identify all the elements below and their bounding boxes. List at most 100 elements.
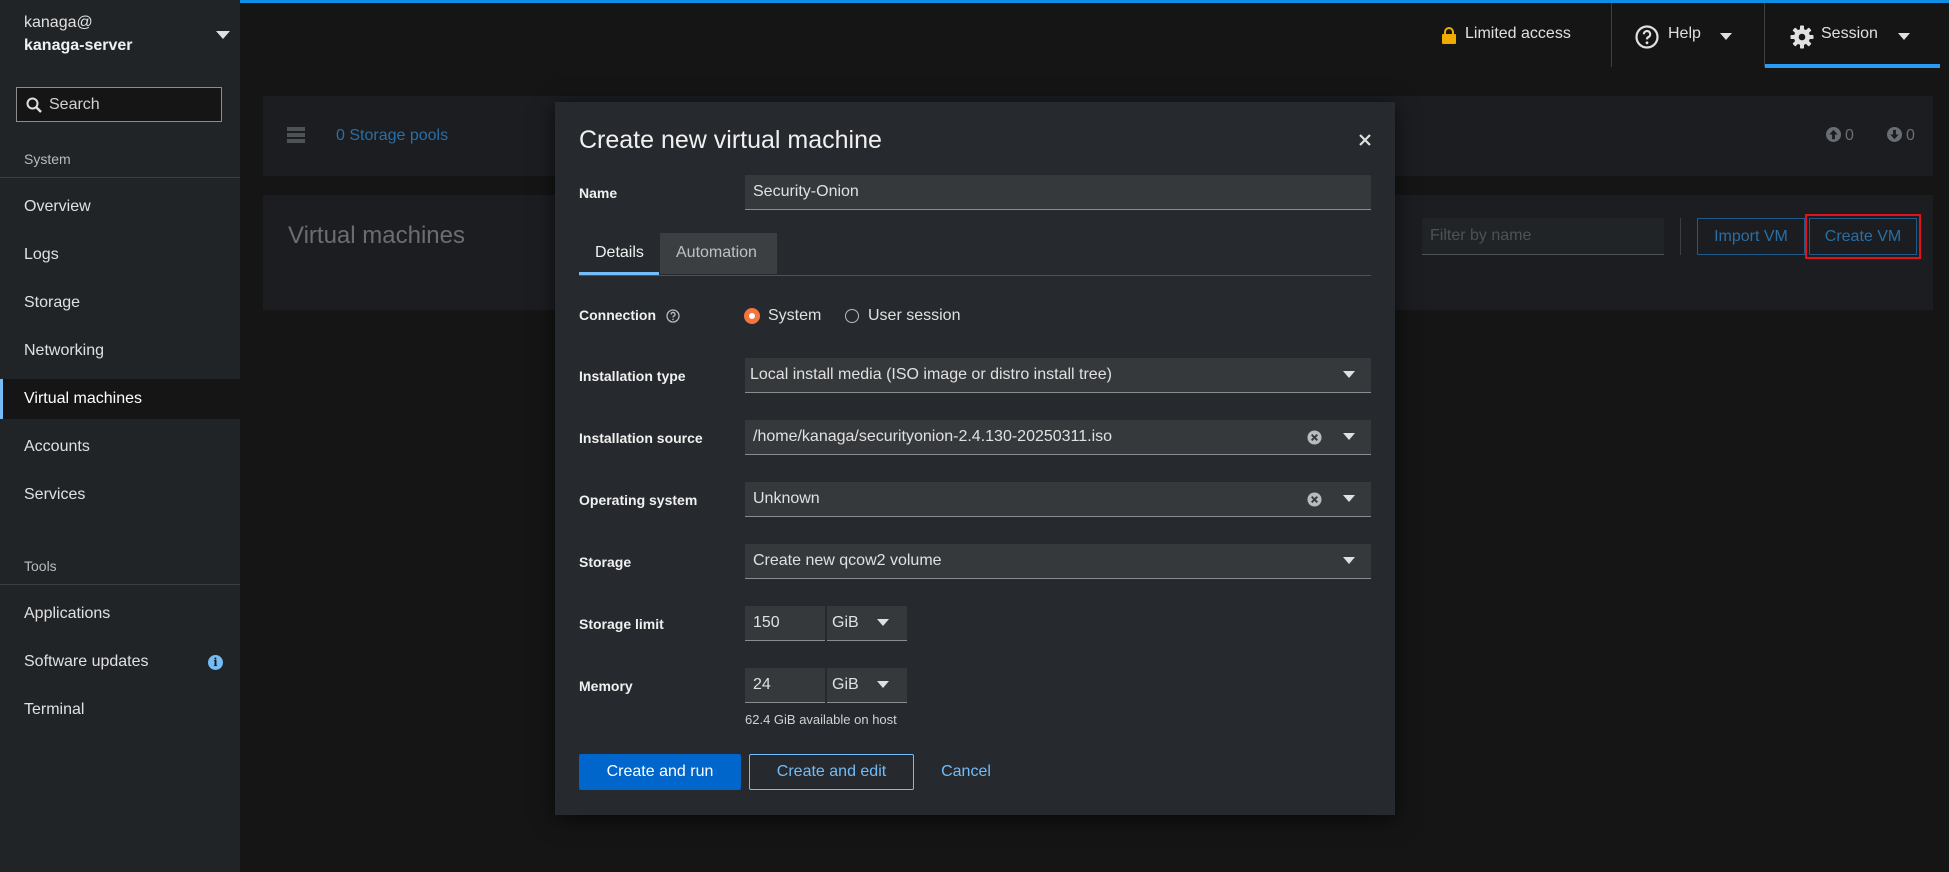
installation-source-label: Installation source — [579, 430, 703, 446]
create-and-run-button[interactable]: Create and run — [579, 754, 741, 790]
sidebar-item-services[interactable]: Services — [0, 475, 240, 515]
sidebar-item-label: Applications — [24, 605, 111, 622]
installation-source-combobox[interactable]: /home/kanaga/securityonion-2.4.130-20250… — [745, 420, 1371, 455]
session-active-indicator — [1765, 64, 1940, 68]
sidebar-item-networking[interactable]: Networking — [0, 331, 240, 371]
network-up-value: 0 — [1845, 127, 1854, 144]
sidebar-item-virtual-machines[interactable]: Virtual machines — [0, 379, 240, 419]
operating-system-label: Operating system — [579, 492, 698, 508]
caret-down-icon[interactable] — [1343, 433, 1355, 441]
memory-unit: GiB — [832, 676, 859, 693]
help-label: Help — [1668, 25, 1701, 42]
storage-limit-input[interactable]: 150 — [745, 606, 825, 641]
operating-system-value: Unknown — [753, 490, 820, 507]
limited-access-label: Limited access — [1465, 25, 1571, 42]
caret-down-icon — [1343, 557, 1355, 564]
network-down-value: 0 — [1906, 127, 1915, 144]
sidebar-item-terminal[interactable]: Terminal — [0, 690, 240, 730]
connection-label: Connection — [579, 307, 680, 323]
clear-icon[interactable] — [1307, 430, 1322, 445]
info-badge-icon: i — [208, 655, 223, 670]
sidebar-item-label: Overview — [24, 198, 91, 215]
sidebar-item-label: Accounts — [24, 438, 90, 455]
filter-by-name-input[interactable] — [1422, 218, 1664, 255]
session-menu[interactable]: Session — [1765, 3, 1940, 67]
sidebar-item-storage[interactable]: Storage — [0, 283, 240, 323]
nav-divider — [0, 584, 240, 585]
sidebar: kanaga@ kanaga-server System Overview Lo… — [0, 0, 240, 872]
help-icon — [1635, 25, 1659, 49]
gear-icon — [1790, 25, 1814, 49]
name-label: Name — [579, 185, 618, 201]
storage-pools-link[interactable]: 0 Storage pools — [336, 127, 448, 145]
create-vm-dialog: Create new virtual machine Name Security… — [555, 102, 1395, 815]
search-icon — [26, 97, 42, 113]
sidebar-item-label: Software updates — [24, 653, 149, 670]
name-value: Security-Onion — [753, 183, 859, 200]
sidebar-item-logs[interactable]: Logs — [0, 235, 240, 275]
installation-source-value: /home/kanaga/securityonion-2.4.130-20250… — [753, 428, 1113, 445]
memory-label: Memory — [579, 678, 633, 694]
sidebar-item-accounts[interactable]: Accounts — [0, 427, 240, 467]
caret-down-icon[interactable] — [1343, 495, 1355, 503]
connection-label-text: Connection — [579, 307, 656, 323]
host-user: kanaga@ — [24, 14, 93, 31]
sidebar-item-applications[interactable]: Applications — [0, 594, 240, 634]
session-label: Session — [1821, 25, 1878, 42]
host-switcher[interactable]: kanaga@ kanaga-server — [24, 12, 234, 62]
storage-pools-icon — [287, 127, 305, 143]
nav-divider — [0, 177, 240, 178]
clear-icon[interactable] — [1307, 492, 1322, 507]
sidebar-item-label: Logs — [24, 246, 59, 263]
search-box[interactable] — [16, 87, 222, 122]
import-vm-button[interactable]: Import VM — [1697, 218, 1805, 255]
caret-down-icon — [877, 619, 889, 626]
caret-down-icon — [877, 681, 889, 688]
radio-label: System — [768, 307, 822, 324]
arrow-circle-down-icon — [1887, 127, 1902, 142]
radio-label: User session — [868, 307, 961, 324]
arrow-circle-up-icon — [1826, 127, 1841, 142]
memory-input[interactable]: 24 — [745, 668, 825, 703]
limited-access-button[interactable]: Limited access — [1430, 3, 1610, 67]
storage-limit-value: 150 — [753, 614, 780, 631]
lock-icon — [1442, 27, 1456, 44]
sidebar-item-label: Virtual machines — [24, 390, 142, 407]
name-input[interactable]: Security-Onion — [745, 175, 1371, 210]
nav-section-tools: Tools — [24, 558, 57, 574]
memory-helper-text: 62.4 GiB available on host — [745, 712, 897, 727]
caret-down-icon — [1720, 33, 1732, 40]
caret-down-icon — [216, 31, 230, 39]
network-down-count: 0 — [1887, 127, 1915, 145]
tab-details[interactable]: Details — [579, 233, 659, 275]
memory-value: 24 — [753, 676, 771, 693]
operating-system-combobox[interactable]: Unknown — [745, 482, 1371, 517]
caret-down-icon — [1343, 371, 1355, 378]
installation-type-value: Local install media (ISO image or distro… — [750, 366, 1112, 383]
storage-limit-unit-select[interactable]: GiB — [827, 606, 907, 641]
sidebar-item-software-updates[interactable]: Software updates i — [0, 642, 240, 682]
cancel-button[interactable]: Cancel — [930, 754, 1002, 790]
caret-down-icon — [1898, 33, 1910, 40]
dialog-tabs: Details Automation — [579, 233, 1371, 276]
storage-limit-label: Storage limit — [579, 616, 664, 632]
search-input[interactable] — [49, 88, 214, 121]
sidebar-item-label: Terminal — [24, 701, 85, 718]
create-vm-button[interactable]: Create VM — [1809, 218, 1917, 255]
nav-section-system: System — [24, 151, 71, 167]
storage-select[interactable]: Create new qcow2 volume — [745, 544, 1371, 579]
storage-limit-unit: GiB — [832, 614, 859, 631]
installation-type-select[interactable]: Local install media (ISO image or distro… — [745, 358, 1371, 393]
help-icon[interactable] — [666, 309, 680, 323]
sidebar-item-label: Services — [24, 486, 86, 503]
radio-checked-indicator — [745, 309, 759, 323]
create-and-edit-button[interactable]: Create and edit — [749, 754, 914, 790]
memory-unit-select[interactable]: GiB — [827, 668, 907, 703]
tab-automation[interactable]: Automation — [660, 233, 777, 274]
network-up-count: 0 — [1826, 127, 1854, 145]
storage-label: Storage — [579, 554, 632, 570]
help-menu[interactable]: Help — [1612, 3, 1764, 67]
sidebar-item-overview[interactable]: Overview — [0, 187, 240, 227]
close-icon[interactable] — [1359, 134, 1371, 146]
vm-list-title: Virtual machines — [288, 222, 465, 249]
